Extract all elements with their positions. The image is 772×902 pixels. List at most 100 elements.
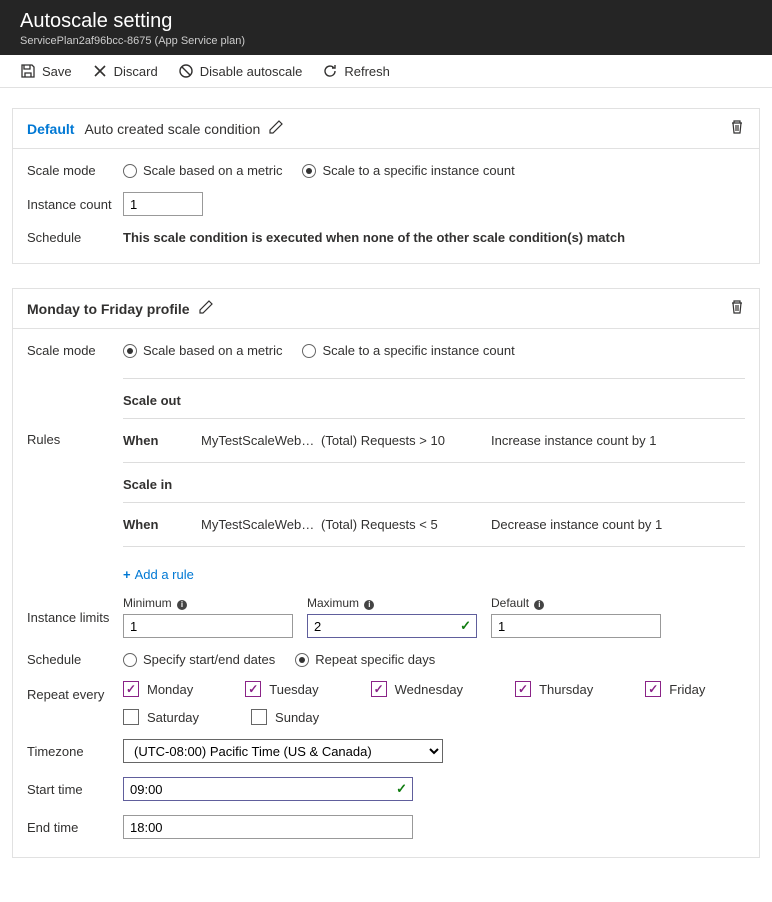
- day-saturday-checkbox[interactable]: Saturday: [123, 709, 199, 725]
- day-label: Tuesday: [269, 682, 318, 697]
- radio-label: Scale based on a metric: [143, 163, 282, 178]
- day-tuesday-checkbox[interactable]: Tuesday: [245, 681, 318, 697]
- maximum-label: Maximum i: [307, 596, 477, 610]
- checkbox-icon: [123, 709, 139, 725]
- check-icon: ✓: [396, 781, 407, 797]
- scale-out-rule-row[interactable]: When MyTestScaleWebA… (Total) Requests >…: [123, 425, 745, 456]
- day-label: Sunday: [275, 710, 319, 725]
- rule-action: Decrease instance count by 1: [491, 517, 745, 532]
- radio-label: Scale based on a metric: [143, 343, 282, 358]
- rule-condition: (Total) Requests < 5: [321, 517, 491, 532]
- day-thursday-checkbox[interactable]: Thursday: [515, 681, 593, 697]
- refresh-icon: [322, 63, 338, 79]
- profile-scale-metric-radio[interactable]: Scale based on a metric: [123, 343, 282, 358]
- radio-icon: [123, 653, 137, 667]
- info-icon[interactable]: i: [534, 600, 544, 610]
- scale-mode-label: Scale mode: [27, 163, 123, 178]
- day-friday-checkbox[interactable]: Friday: [645, 681, 705, 697]
- checkbox-icon: [251, 709, 267, 725]
- divider: [123, 378, 745, 379]
- radio-label: Scale to a specific instance count: [322, 343, 514, 358]
- day-label: Monday: [147, 682, 193, 697]
- day-label: Thursday: [539, 682, 593, 697]
- add-rule-button[interactable]: + Add a rule: [123, 567, 194, 582]
- default-title: Default: [27, 121, 74, 137]
- refresh-button[interactable]: Refresh: [322, 63, 390, 79]
- radio-icon: [302, 344, 316, 358]
- edit-profile-name-button[interactable]: [198, 299, 214, 318]
- disable-icon: [178, 63, 194, 79]
- default-scale-fixed-radio[interactable]: Scale to a specific instance count: [302, 163, 514, 178]
- day-label: Friday: [669, 682, 705, 697]
- check-icon: ✓: [460, 618, 471, 634]
- scale-in-rule-row[interactable]: When MyTestScaleWebA… (Total) Requests <…: [123, 509, 745, 540]
- divider: [123, 418, 745, 419]
- checkbox-icon: [371, 681, 387, 697]
- schedule-repeat-radio[interactable]: Repeat specific days: [295, 652, 435, 667]
- toolbar: Save Discard Disable autoscale Refresh: [0, 55, 772, 88]
- trash-icon: [729, 299, 745, 315]
- profile-scale-fixed-radio[interactable]: Scale to a specific instance count: [302, 343, 514, 358]
- rule-condition: (Total) Requests > 10: [321, 433, 491, 448]
- add-rule-label: Add a rule: [135, 567, 194, 582]
- day-label: Wednesday: [395, 682, 463, 697]
- discard-label: Discard: [114, 64, 158, 79]
- start-time-input[interactable]: [123, 777, 413, 801]
- discard-button[interactable]: Discard: [92, 63, 158, 79]
- end-time-input[interactable]: [123, 815, 413, 839]
- day-wednesday-checkbox[interactable]: Wednesday: [371, 681, 463, 697]
- instance-count-input[interactable]: [123, 192, 203, 216]
- radio-label: Scale to a specific instance count: [322, 163, 514, 178]
- checkbox-icon: [245, 681, 261, 697]
- checkbox-icon: [645, 681, 661, 697]
- checkbox-icon: [515, 681, 531, 697]
- pencil-icon: [268, 119, 284, 135]
- default-input[interactable]: [491, 614, 661, 638]
- save-icon: [20, 63, 36, 79]
- disable-autoscale-button[interactable]: Disable autoscale: [178, 63, 303, 79]
- timezone-select[interactable]: (UTC-08:00) Pacific Time (US & Canada): [123, 739, 443, 763]
- scale-in-heading: Scale in: [123, 469, 745, 496]
- radio-label: Repeat specific days: [315, 652, 435, 667]
- delete-default-button[interactable]: [729, 119, 745, 138]
- rule-resource: MyTestScaleWebA…: [201, 517, 321, 532]
- default-scale-metric-radio[interactable]: Scale based on a metric: [123, 163, 282, 178]
- end-time-label: End time: [27, 820, 123, 835]
- radio-icon: [123, 164, 137, 178]
- trash-icon: [729, 119, 745, 135]
- info-icon[interactable]: i: [364, 600, 374, 610]
- minimum-input[interactable]: [123, 614, 293, 638]
- schedule-dates-radio[interactable]: Specify start/end dates: [123, 652, 275, 667]
- maximum-input[interactable]: [307, 614, 477, 638]
- plus-icon: +: [123, 567, 131, 582]
- day-label: Saturday: [147, 710, 199, 725]
- radio-icon: [295, 653, 309, 667]
- rules-label: Rules: [27, 372, 123, 447]
- default-label: Default i: [491, 596, 661, 610]
- schedule-text: This scale condition is executed when no…: [123, 230, 745, 245]
- disable-label: Disable autoscale: [200, 64, 303, 79]
- timezone-label: Timezone: [27, 744, 123, 759]
- save-label: Save: [42, 64, 72, 79]
- repeat-every-label: Repeat every: [27, 681, 123, 702]
- info-icon[interactable]: i: [177, 600, 187, 610]
- rule-when: When: [123, 433, 201, 448]
- rule-when: When: [123, 517, 201, 532]
- start-time-label: Start time: [27, 782, 123, 797]
- divider: [123, 546, 745, 547]
- page-subtitle: ServicePlan2af96bcc-8675 (App Service pl…: [20, 35, 752, 47]
- page-title: Autoscale setting: [20, 10, 752, 33]
- day-sunday-checkbox[interactable]: Sunday: [251, 709, 319, 725]
- rule-action: Increase instance count by 1: [491, 433, 745, 448]
- edit-default-name-button[interactable]: [268, 119, 284, 138]
- divider: [123, 502, 745, 503]
- radio-icon: [302, 164, 316, 178]
- instance-limits-label: Instance limits: [27, 610, 123, 625]
- save-button[interactable]: Save: [20, 63, 72, 79]
- delete-profile-button[interactable]: [729, 299, 745, 318]
- schedule-label: Schedule: [27, 652, 123, 667]
- day-monday-checkbox[interactable]: Monday: [123, 681, 193, 697]
- default-subtitle: Auto created scale condition: [84, 121, 260, 137]
- radio-label: Specify start/end dates: [143, 652, 275, 667]
- rule-resource: MyTestScaleWebA…: [201, 433, 321, 448]
